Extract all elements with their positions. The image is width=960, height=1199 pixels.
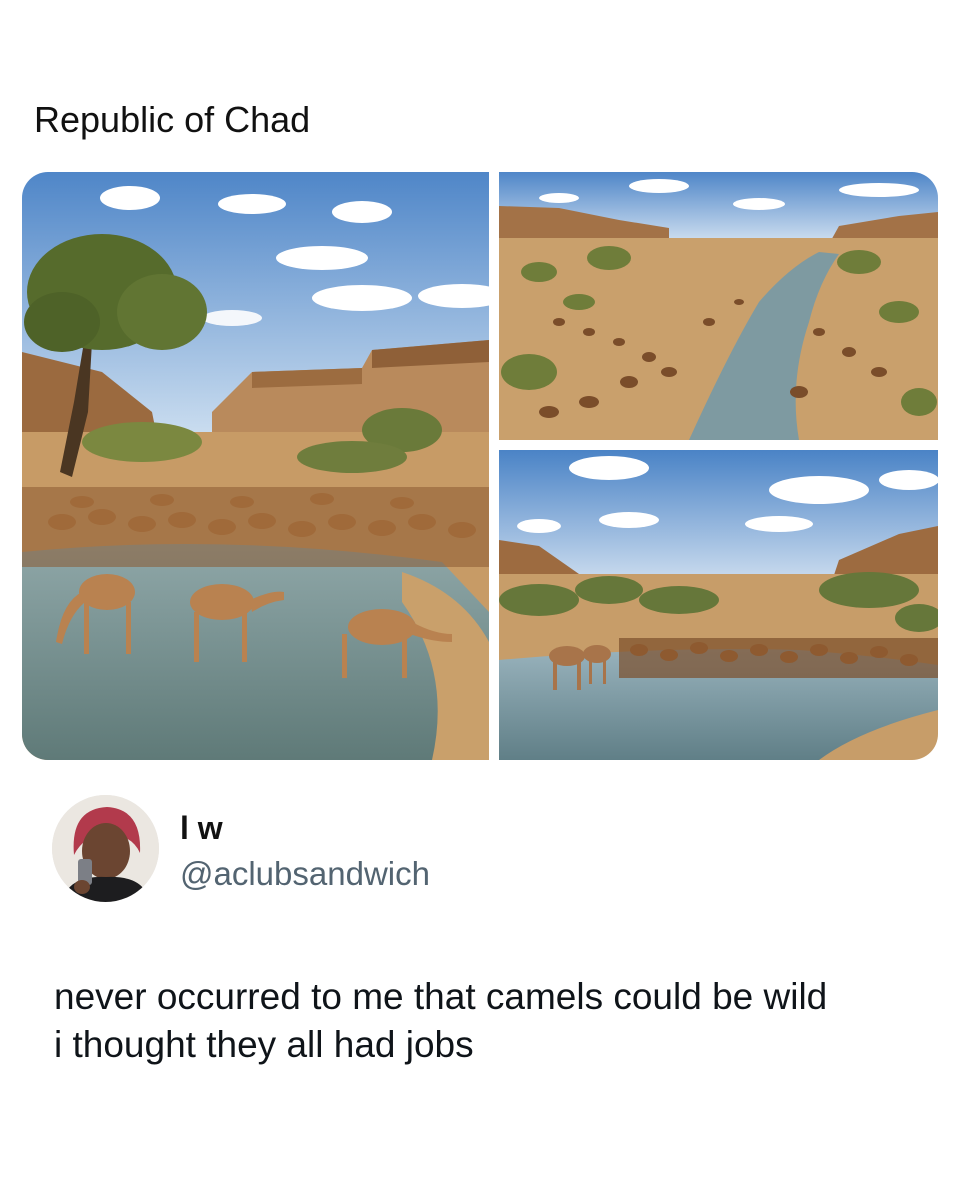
- camels-river-photo: [22, 172, 489, 760]
- gallery-photo-top-right[interactable]: [499, 172, 938, 440]
- image-gallery: [22, 172, 938, 760]
- tweet-author[interactable]: l w @aclubsandwich: [52, 795, 852, 905]
- gallery-photo-bottom-right[interactable]: [499, 450, 938, 760]
- tweet-text: never occurred to me that camels could b…: [54, 973, 934, 1069]
- tweet-text-line-2: i thought they all had jobs: [54, 1024, 474, 1065]
- avatar[interactable]: [52, 795, 159, 902]
- author-handle[interactable]: @aclubsandwich: [180, 855, 430, 893]
- profile-photo-icon: [52, 795, 159, 902]
- camels-herd-water-photo: [499, 450, 938, 760]
- gallery-photo-main[interactable]: [22, 172, 489, 760]
- author-display-name[interactable]: l w: [180, 810, 223, 846]
- camels-riverbed-photo: [499, 172, 938, 440]
- tweet-text-line-1: never occurred to me that camels could b…: [54, 976, 828, 1017]
- post-caption: Republic of Chad: [34, 99, 311, 140]
